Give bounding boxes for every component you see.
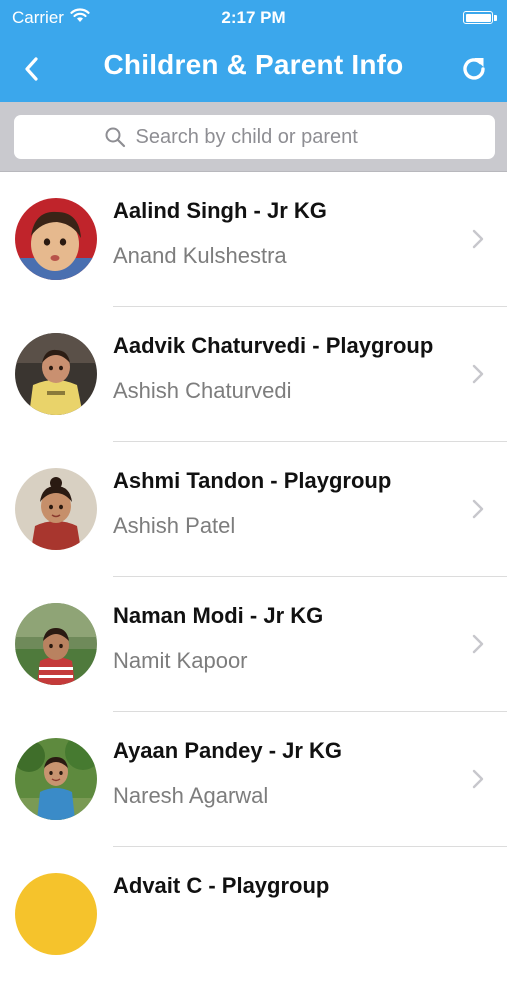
search-bar bbox=[0, 102, 507, 172]
chevron-right-icon bbox=[472, 499, 484, 519]
navigation-bar: Children & Parent Info bbox=[0, 36, 507, 102]
list-item[interactable]: Naman Modi - Jr KG Namit Kapoor bbox=[0, 577, 507, 712]
child-name: Aadvik Chaturvedi - Playgroup bbox=[113, 333, 434, 358]
avatar bbox=[15, 198, 97, 280]
battery-icon bbox=[463, 11, 493, 24]
list-item[interactable]: Advait C - Playgroup bbox=[0, 847, 507, 982]
parent-name: Anand Kulshestra bbox=[113, 243, 287, 268]
parent-name: Namit Kapoor bbox=[113, 648, 248, 673]
parent-name: Ashish Chaturvedi bbox=[113, 378, 292, 403]
list-item[interactable]: Ayaan Pandey - Jr KG Naresh Agarwal bbox=[0, 712, 507, 847]
chevron-right-icon bbox=[472, 769, 484, 789]
list-item[interactable]: Aadvik Chaturvedi - Playgroup Ashish Cha… bbox=[0, 307, 507, 442]
parent-name: Ashish Patel bbox=[113, 513, 236, 538]
child-name: Ayaan Pandey - Jr KG bbox=[113, 738, 343, 763]
avatar bbox=[15, 333, 97, 415]
avatar bbox=[15, 468, 97, 550]
avatar bbox=[15, 873, 97, 955]
avatar bbox=[15, 738, 97, 820]
avatar bbox=[15, 603, 97, 685]
page-title: Children & Parent Info bbox=[103, 49, 404, 80]
child-name: Advait C - Playgroup bbox=[113, 873, 330, 898]
search-input[interactable] bbox=[135, 125, 406, 149]
children-list: Aalind Singh - Jr KG Anand Kulshestra Aa… bbox=[0, 172, 507, 982]
search-icon bbox=[105, 127, 125, 148]
back-button[interactable] bbox=[14, 50, 48, 88]
battery-nub bbox=[494, 15, 497, 21]
chevron-right-icon bbox=[472, 229, 484, 249]
chevron-right-icon bbox=[472, 364, 484, 384]
status-bar: Carrier 2:17 PM bbox=[0, 0, 507, 36]
list-item[interactable]: Ashmi Tandon - Playgroup Ashish Patel bbox=[0, 442, 507, 577]
refresh-icon bbox=[463, 58, 485, 80]
parent-name: Naresh Agarwal bbox=[113, 783, 269, 808]
status-time: 2:17 PM bbox=[221, 8, 286, 27]
child-name: Aalind Singh - Jr KG bbox=[113, 198, 327, 223]
child-name: Ashmi Tandon - Playgroup bbox=[113, 468, 392, 493]
list-item[interactable]: Aalind Singh - Jr KG Anand Kulshestra bbox=[0, 172, 507, 307]
chevron-left-icon bbox=[25, 57, 38, 81]
child-name: Naman Modi - Jr KG bbox=[113, 603, 324, 628]
refresh-button[interactable] bbox=[455, 50, 493, 88]
chevron-right-icon bbox=[472, 634, 484, 654]
search-field[interactable] bbox=[14, 115, 495, 159]
